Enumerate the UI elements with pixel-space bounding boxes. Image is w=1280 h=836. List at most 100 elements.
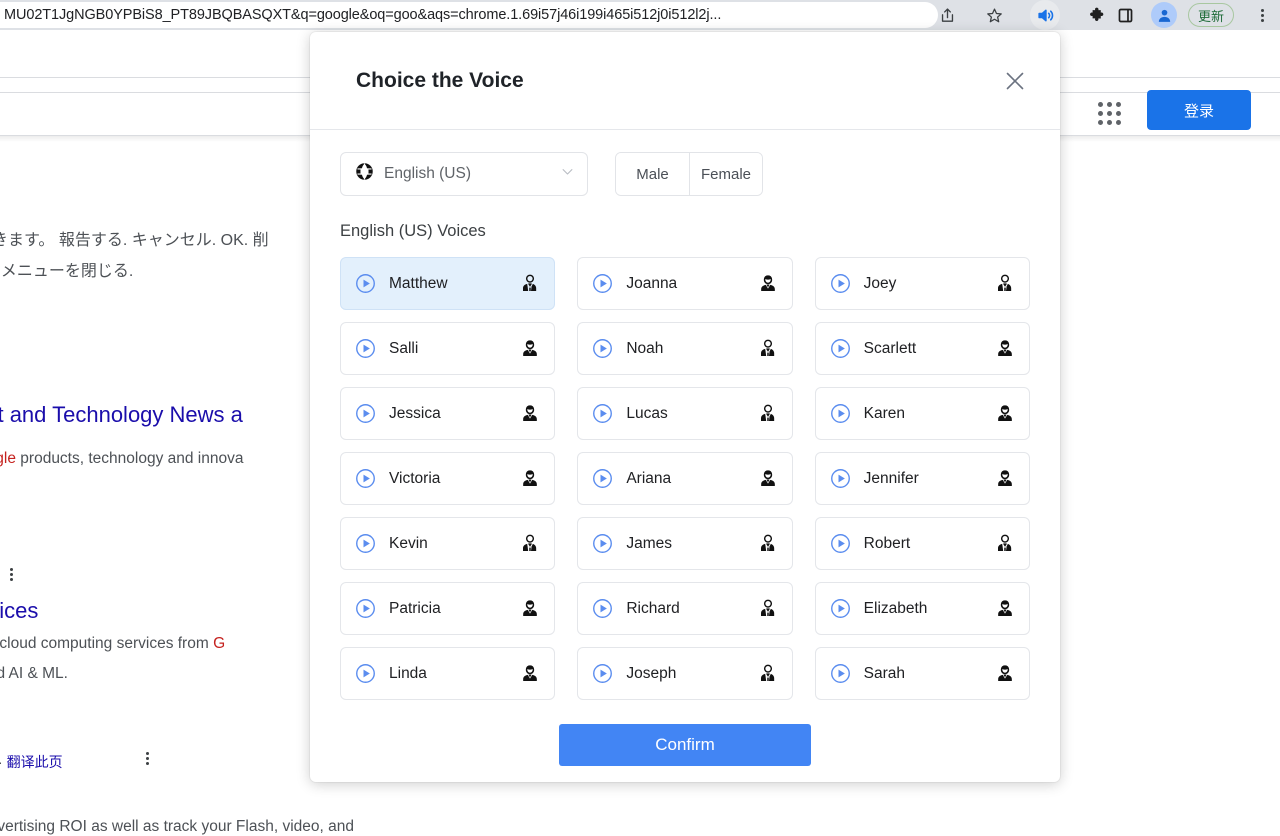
play-icon[interactable]	[592, 598, 613, 619]
brand-mention: Google	[0, 450, 16, 467]
play-icon[interactable]	[830, 468, 851, 489]
globe-icon	[355, 162, 374, 186]
voice-card[interactable]: Linda	[340, 647, 555, 700]
play-icon[interactable]	[830, 663, 851, 684]
female-avatar-icon	[995, 664, 1015, 684]
share-icon[interactable]	[933, 1, 961, 29]
sign-in-button[interactable]: 登录	[1147, 90, 1251, 130]
voice-card[interactable]: Patricia	[340, 582, 555, 635]
voice-name: Salli	[389, 340, 520, 358]
voices-section-title: English (US) Voices	[310, 196, 1060, 241]
result-snippet-jp-line1: できます。 報告する. キャンセル. OK. 削	[0, 226, 269, 250]
address-bar[interactable]: MU02T1JgNGB0YPBiS8_PT89JBQBASQXT&q=googl…	[0, 2, 938, 28]
voice-card[interactable]: Lucas	[577, 387, 792, 440]
play-icon[interactable]	[355, 663, 376, 684]
play-icon[interactable]	[592, 338, 613, 359]
female-avatar-icon	[520, 339, 540, 359]
male-avatar-icon	[520, 534, 540, 554]
play-icon[interactable]	[592, 273, 613, 294]
choose-voice-dialog: Choice the Voice English (US)	[310, 32, 1060, 782]
voice-card[interactable]: Scarlett	[815, 322, 1030, 375]
browser-toolbar: MU02T1JgNGB0YPBiS8_PT89JBQBASQXT&q=googl…	[0, 0, 1280, 30]
voice-card[interactable]: Victoria	[340, 452, 555, 505]
voice-name: Joseph	[626, 665, 757, 683]
female-avatar-icon	[995, 469, 1015, 489]
play-icon[interactable]	[355, 273, 376, 294]
play-icon[interactable]	[355, 403, 376, 424]
female-avatar-icon	[995, 599, 1015, 619]
avatar-icon[interactable]	[1151, 2, 1177, 28]
gender-filter-female[interactable]: Female	[689, 153, 762, 195]
play-icon[interactable]	[592, 403, 613, 424]
result-title-link[interactable]: duct and Technology News a	[0, 402, 243, 428]
female-avatar-icon	[995, 404, 1015, 424]
voice-card[interactable]: Robert	[815, 517, 1030, 570]
voice-list-scroll-area[interactable]: Matthew Joanna Joey Salli Noah Scarlett Jessic…	[310, 257, 1060, 708]
confirm-button[interactable]: Confirm	[559, 724, 811, 766]
male-avatar-icon	[758, 404, 778, 424]
play-icon[interactable]	[830, 533, 851, 554]
voice-name: Robert	[864, 535, 995, 553]
play-icon[interactable]	[830, 403, 851, 424]
puzzle-piece-icon[interactable]	[1084, 1, 1112, 29]
brand-mention-2: G	[213, 635, 225, 652]
play-icon[interactable]	[592, 663, 613, 684]
breadcrumb: cs › web · 翻译此页	[0, 752, 63, 772]
male-avatar-icon	[995, 534, 1015, 554]
voice-card[interactable]: Elizabeth	[815, 582, 1030, 635]
voice-name: Noah	[626, 340, 757, 358]
voice-card[interactable]: Matthew	[340, 257, 555, 310]
voice-card[interactable]: Jessica	[340, 387, 555, 440]
language-select-value: English (US)	[384, 165, 550, 183]
side-panel-icon[interactable]	[1111, 1, 1139, 29]
play-icon[interactable]	[355, 533, 376, 554]
speaker-icon[interactable]	[1030, 0, 1060, 30]
voice-name: Scarlett	[864, 340, 995, 358]
voice-name: Jessica	[389, 405, 520, 423]
male-avatar-icon	[758, 599, 778, 619]
voice-card[interactable]: Jennifer	[815, 452, 1030, 505]
play-icon[interactable]	[830, 598, 851, 619]
voice-card[interactable]: Kevin	[340, 517, 555, 570]
voice-card[interactable]: Richard	[577, 582, 792, 635]
voice-name: Jennifer	[864, 470, 995, 488]
voice-card[interactable]: Sarah	[815, 647, 1030, 700]
close-icon[interactable]	[998, 64, 1032, 98]
voice-card[interactable]: Joey	[815, 257, 1030, 310]
female-avatar-icon	[520, 599, 540, 619]
update-button[interactable]: 更新	[1188, 3, 1234, 27]
male-avatar-icon	[995, 274, 1015, 294]
translate-link[interactable]: 翻译此页	[7, 754, 63, 770]
voice-name: Lucas	[626, 405, 757, 423]
gender-filter-male[interactable]: Male	[616, 153, 689, 195]
result-snippet-4: ur advertising ROI as well as track your…	[0, 818, 354, 836]
voice-name: Kevin	[389, 535, 520, 553]
snippet-rest: products, technology and innova	[16, 450, 244, 467]
result-options-icon-2[interactable]	[146, 752, 149, 765]
voice-card[interactable]: Joseph	[577, 647, 792, 700]
play-icon[interactable]	[355, 338, 376, 359]
voice-card[interactable]: Ariana	[577, 452, 792, 505]
result-options-icon[interactable]	[10, 568, 13, 581]
voice-card[interactable]: Salli	[340, 322, 555, 375]
play-icon[interactable]	[592, 468, 613, 489]
voice-card[interactable]: James	[577, 517, 792, 570]
play-icon[interactable]	[830, 338, 851, 359]
play-icon[interactable]	[355, 468, 376, 489]
star-icon[interactable]	[980, 1, 1008, 29]
three-dot-menu-icon[interactable]	[1248, 1, 1276, 29]
play-icon[interactable]	[355, 598, 376, 619]
play-icon[interactable]	[830, 273, 851, 294]
result-title-link-2[interactable]: outing Services	[0, 598, 38, 624]
voice-card[interactable]: Noah	[577, 322, 792, 375]
apps-grid-icon[interactable]	[1098, 102, 1121, 125]
voice-name: Sarah	[864, 665, 995, 683]
voice-card[interactable]: Joanna	[577, 257, 792, 310]
language-select[interactable]: English (US)	[340, 152, 588, 196]
play-icon[interactable]	[592, 533, 613, 554]
snippet-2-text: on with cloud computing services from	[0, 635, 213, 652]
voice-name: Elizabeth	[864, 600, 995, 618]
voice-name: Richard	[626, 600, 757, 618]
result-snippet-1: Google products, technology and innova	[0, 450, 243, 468]
voice-card[interactable]: Karen	[815, 387, 1030, 440]
